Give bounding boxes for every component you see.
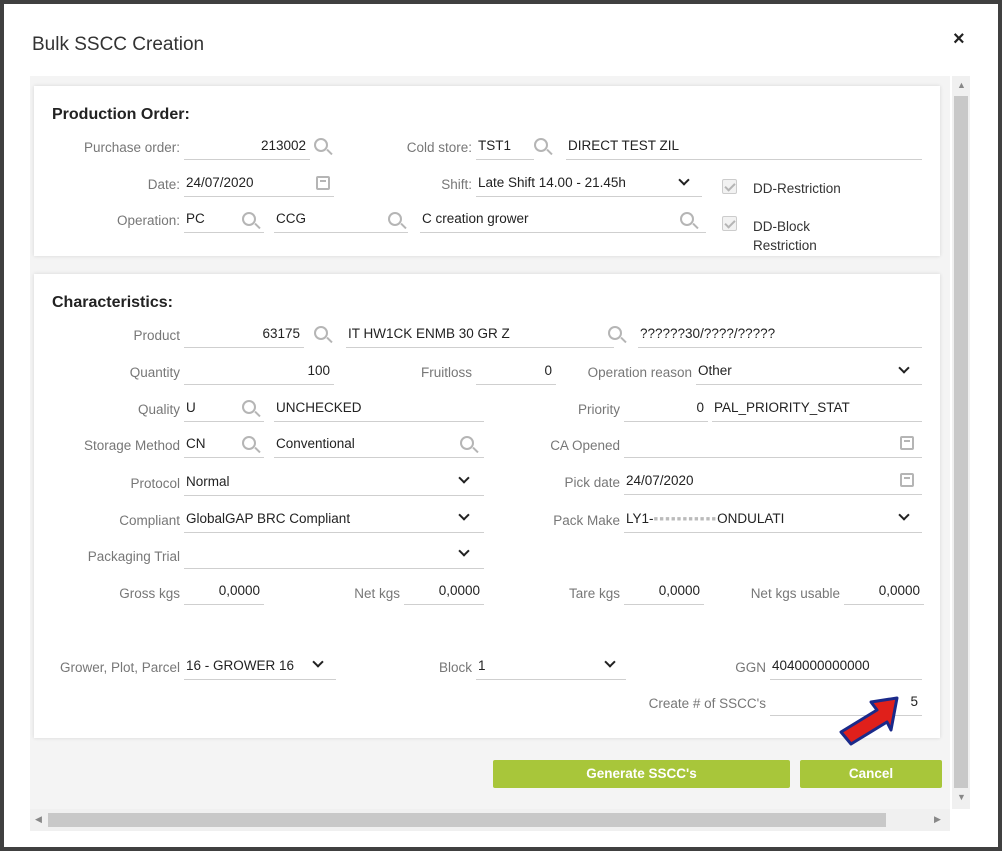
pick-date-label: Pick date <box>564 475 620 490</box>
search-icon[interactable] <box>314 326 328 340</box>
search-icon[interactable] <box>242 400 256 414</box>
gross-kgs-label: Gross kgs <box>119 586 180 601</box>
search-icon[interactable] <box>242 436 256 450</box>
dd-block-restriction-label: DD-Block Restriction <box>753 219 817 253</box>
protocol-label: Protocol <box>130 476 180 491</box>
net-kgs-field[interactable]: 0,0000 <box>404 579 484 605</box>
grower-select[interactable]: 16 - GROWER 16 <box>184 654 336 680</box>
calendar-icon[interactable] <box>316 176 330 190</box>
operation-label: Operation: <box>116 213 180 228</box>
vertical-scroll-thumb[interactable] <box>954 96 968 788</box>
pack-make-label: Pack Make <box>553 513 620 528</box>
characteristics-heading: Characteristics: <box>52 294 173 311</box>
packaging-trial-select[interactable] <box>184 543 484 569</box>
search-icon[interactable] <box>680 212 694 226</box>
compliant-label: Compliant <box>119 513 180 528</box>
product-code-field[interactable]: 63175 <box>184 322 304 348</box>
tare-kgs-field[interactable]: 0,0000 <box>624 579 704 605</box>
purchase-order-field[interactable]: 213002 <box>184 134 310 160</box>
search-icon[interactable] <box>314 138 328 152</box>
cold-store-code-field[interactable]: TST1 <box>476 134 534 160</box>
priority-name-field: PAL_PRIORITY_STAT <box>712 396 922 422</box>
ggn-field[interactable]: 4040000000000 <box>770 654 922 680</box>
block-label: Block <box>438 660 472 675</box>
priority-field[interactable]: 0 <box>624 396 708 422</box>
calendar-icon[interactable] <box>900 473 914 487</box>
pick-date-field[interactable]: 24/07/2020 <box>624 469 922 495</box>
dd-restriction-checkbox[interactable] <box>722 179 737 194</box>
ggn-label: GGN <box>735 660 766 675</box>
product-extra-field: ??????30/????/????? <box>638 322 922 348</box>
dd-block-restriction-checkbox[interactable] <box>722 216 737 231</box>
search-icon[interactable] <box>460 436 474 450</box>
characteristics-panel: Characteristics: Product 63175 IT HW1CK … <box>34 274 940 738</box>
quantity-field[interactable]: 100 <box>184 359 334 385</box>
pack-make-redacted: ▪▪▪▪▪▪▪▪▪▪▪ <box>653 511 718 526</box>
ca-opened-label: CA Opened <box>550 438 620 453</box>
calendar-icon[interactable] <box>900 436 914 450</box>
tare-kgs-label: Tare kgs <box>568 586 620 601</box>
dialog-content: Production Order: Purchase order: 213002… <box>30 76 950 809</box>
grower-plot-parcel-label: Grower, Plot, Parcel <box>59 660 180 675</box>
product-label: Product <box>133 328 180 343</box>
shift-select[interactable]: Late Shift 14.00 - 21.45h <box>476 171 702 197</box>
pack-make-prefix: LY1- <box>626 511 654 526</box>
quality-label: Quality <box>137 402 180 417</box>
product-name-field: IT HW1CK ENMB 30 GR Z <box>346 322 614 348</box>
scroll-down-icon[interactable]: ▼ <box>957 792 966 802</box>
search-icon[interactable] <box>534 138 548 152</box>
shift-label: Shift: <box>441 177 472 192</box>
cold-store-label: Cold store: <box>406 140 472 155</box>
close-icon[interactable]: × <box>953 28 965 51</box>
search-icon[interactable] <box>608 326 622 340</box>
search-icon[interactable] <box>242 212 256 226</box>
operation-name-field: C creation grower <box>420 207 706 233</box>
production-order-heading: Production Order: <box>52 106 190 123</box>
cancel-button[interactable]: Cancel <box>800 760 942 788</box>
net-kgs-usable-field[interactable]: 0,0000 <box>844 579 924 605</box>
fruitloss-label: Fruitloss <box>420 365 472 380</box>
search-icon[interactable] <box>388 212 402 226</box>
scroll-right-icon[interactable]: ▶ <box>934 814 941 825</box>
date-label: Date: <box>147 177 180 192</box>
packaging-trial-label: Packaging Trial <box>87 549 180 564</box>
quality-name-field: UNCHECKED <box>274 396 484 422</box>
storage-method-label: Storage Method <box>83 438 180 453</box>
compliant-select[interactable]: GlobalGAP BRC Compliant <box>184 507 484 533</box>
fruitloss-field[interactable]: 0 <box>476 359 556 385</box>
block-select[interactable]: 1 <box>476 654 626 680</box>
annotation-arrow <box>839 696 899 746</box>
production-order-panel: Production Order: Purchase order: 213002… <box>34 86 940 256</box>
create-sscc-count-label: Create # of SSCC's <box>648 696 766 711</box>
vertical-scrollbar[interactable]: ▲ ▼ <box>952 76 970 809</box>
protocol-select[interactable]: Normal <box>184 470 484 496</box>
purchase-order-label: Purchase order: <box>83 140 180 155</box>
scroll-left-icon[interactable]: ◀ <box>35 814 42 825</box>
net-kgs-usable-label: Net kgs usable <box>750 586 840 601</box>
dialog-title: Bulk SSCC Creation <box>32 34 205 55</box>
net-kgs-label: Net kgs <box>354 586 400 601</box>
horizontal-scrollbar[interactable]: ◀ ▶ <box>30 809 950 831</box>
ca-opened-field[interactable] <box>624 432 922 458</box>
dd-restriction-label: DD-Restriction <box>753 181 841 196</box>
operation-reason-label: Operation reason <box>587 365 692 380</box>
operation-reason-select[interactable]: Other <box>696 359 922 385</box>
cold-store-name-field: DIRECT TEST ZIL <box>566 134 922 160</box>
generate-sscc-button[interactable]: Generate SSCC's <box>493 760 790 788</box>
horizontal-scroll-thumb[interactable] <box>48 813 886 827</box>
scroll-up-icon[interactable]: ▲ <box>957 80 966 90</box>
quantity-label: Quantity <box>129 365 180 380</box>
priority-label: Priority <box>577 402 620 417</box>
date-field[interactable]: 24/07/2020 <box>184 171 334 197</box>
storage-name-field: Conventional <box>274 432 484 458</box>
pack-make-suffix: ONDULATI <box>717 511 785 526</box>
gross-kgs-field[interactable]: 0,0000 <box>184 579 264 605</box>
pack-make-select[interactable]: LY1-▪▪▪▪▪▪▪▪▪▪▪ONDULATI <box>624 507 922 533</box>
